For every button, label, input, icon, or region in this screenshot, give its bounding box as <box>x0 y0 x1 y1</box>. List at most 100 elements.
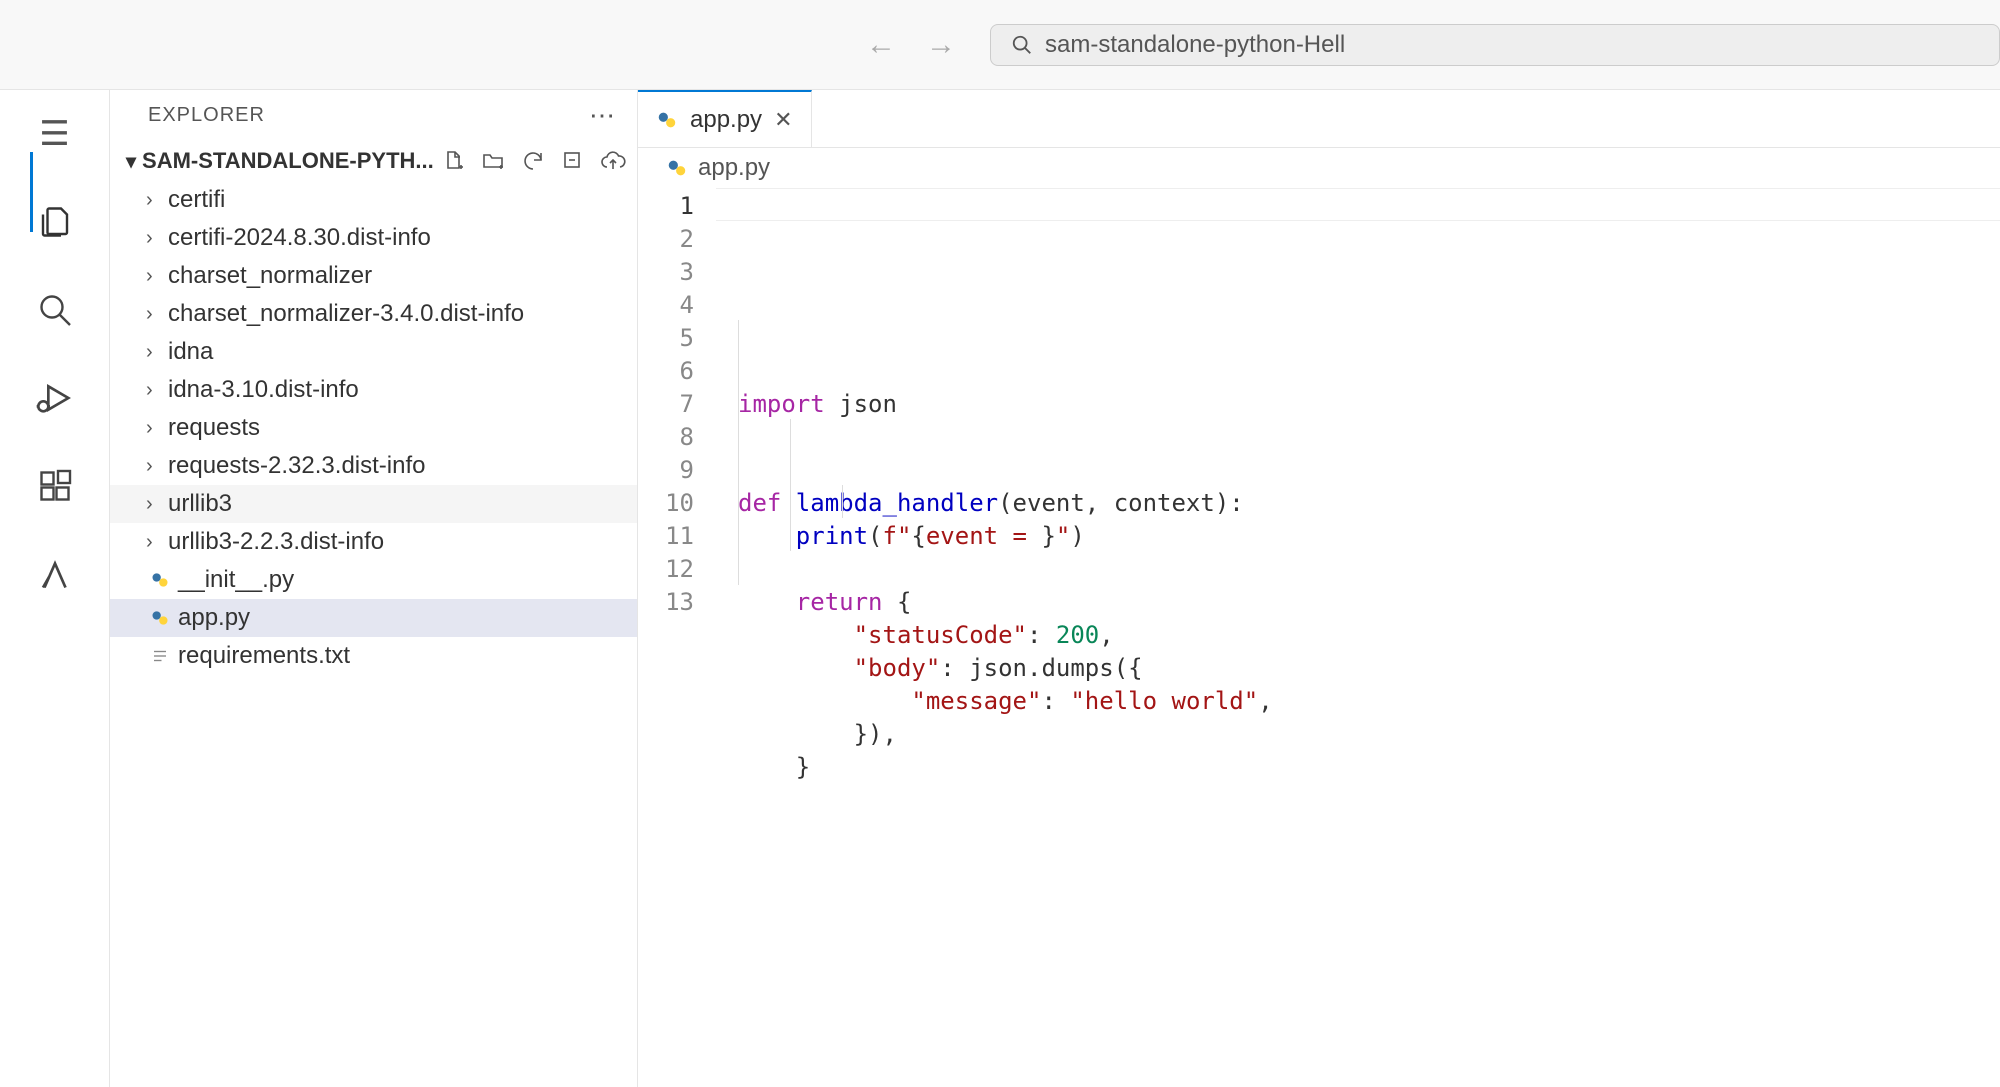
run-debug-view-button[interactable] <box>35 378 75 418</box>
tab-app-py[interactable]: app.py ✕ <box>638 90 812 147</box>
code-line[interactable]: "statusCode": 200, <box>738 619 2000 652</box>
new-folder-button[interactable] <box>479 147 507 175</box>
tree-item-requests[interactable]: ›requests <box>110 409 637 447</box>
line-number: 7 <box>646 388 694 421</box>
title-bar: ← → sam-standalone-python-Hell <box>0 0 2000 90</box>
tab-label: app.py <box>690 106 762 134</box>
chevron-right-icon: › <box>146 417 168 440</box>
explorer-more-actions-button[interactable]: ⋯ <box>589 100 617 131</box>
tree-item-label: certifi <box>168 186 225 214</box>
search-text: sam-standalone-python-Hell <box>1045 31 1345 59</box>
tree-item-certifi[interactable]: ›certifi <box>110 181 637 219</box>
menu-icon: ☰ <box>39 114 69 154</box>
code-line[interactable]: "body": json.dumps({ <box>738 652 2000 685</box>
tree-item-label: charset_normalizer-3.4.0.dist-info <box>168 300 524 328</box>
run-bug-icon <box>35 378 75 418</box>
tree-item-urllib3-2-2-3-dist-info[interactable]: ›urllib3-2.2.3.dist-info <box>110 523 637 561</box>
line-number: 10 <box>646 487 694 520</box>
code-line[interactable] <box>738 784 2000 817</box>
search-icon <box>1011 34 1033 56</box>
code-content[interactable]: import json def lambda_handler(event, co… <box>716 188 2000 1087</box>
line-number: 13 <box>646 586 694 619</box>
text-file-icon <box>146 647 174 665</box>
explorer-view-button[interactable] <box>35 202 75 242</box>
collapse-all-button[interactable] <box>559 147 587 175</box>
tree-item-label: __init__.py <box>178 566 294 594</box>
code-line[interactable]: }), <box>738 718 2000 751</box>
line-number: 6 <box>646 355 694 388</box>
tree-item-label: idna <box>168 338 213 366</box>
file-tree: ›certifi›certifi-2024.8.30.dist-info›cha… <box>110 181 637 1087</box>
code-line[interactable]: "message": "hello world", <box>738 685 2000 718</box>
search-view-button[interactable] <box>35 290 75 330</box>
tree-item-app-py[interactable]: app.py <box>110 599 637 637</box>
files-icon <box>37 204 73 240</box>
new-file-icon <box>441 149 465 173</box>
upload-button[interactable] <box>599 147 627 175</box>
python-file-icon <box>656 109 678 131</box>
code-line[interactable] <box>738 454 2000 487</box>
nav-back-button[interactable]: ← <box>860 26 902 64</box>
python-file-icon <box>666 157 688 179</box>
nav-forward-button[interactable]: → <box>920 26 962 64</box>
tree-item-requirements-txt[interactable]: requirements.txt <box>110 637 637 675</box>
tree-item-charset-normalizer-3-4-0-dist-info[interactable]: ›charset_normalizer-3.4.0.dist-info <box>110 295 637 333</box>
command-center-search[interactable]: sam-standalone-python-Hell <box>990 24 2000 66</box>
line-number: 9 <box>646 454 694 487</box>
chevron-right-icon: › <box>146 379 168 402</box>
breadcrumb-label: app.py <box>698 154 770 182</box>
line-number: 12 <box>646 553 694 586</box>
line-number: 1 <box>646 190 694 223</box>
code-editor[interactable]: 12345678910111213 import json def lambda… <box>638 188 2000 1087</box>
search-icon <box>37 292 73 328</box>
extensions-icon <box>37 468 73 504</box>
tree-item-label: urllib3 <box>168 490 232 518</box>
collapse-icon <box>561 149 585 173</box>
menu-button[interactable]: ☰ <box>35 114 75 154</box>
tree-item-urllib3[interactable]: ›urllib3 <box>110 485 637 523</box>
code-line[interactable] <box>738 421 2000 454</box>
aws-view-button[interactable] <box>35 554 75 594</box>
tree-item-label: requests-2.32.3.dist-info <box>168 452 425 480</box>
extensions-view-button[interactable] <box>35 466 75 506</box>
line-number: 11 <box>646 520 694 553</box>
tree-item-requests-2-32-3-dist-info[interactable]: ›requests-2.32.3.dist-info <box>110 447 637 485</box>
explorer-title: EXPLORER <box>148 104 589 127</box>
tree-item-label: app.py <box>178 604 250 632</box>
refresh-button[interactable] <box>519 147 547 175</box>
code-line[interactable]: def lambda_handler(event, context): <box>738 487 2000 520</box>
line-number: 5 <box>646 322 694 355</box>
code-line[interactable]: print(f"{event = }") <box>738 520 2000 553</box>
chevron-down-icon: ▾ <box>126 149 136 174</box>
breadcrumb[interactable]: app.py <box>638 148 2000 188</box>
line-number: 4 <box>646 289 694 322</box>
editor-area: app.py ✕ app.py 12345678910111213 import… <box>638 90 2000 1087</box>
python-file-icon <box>146 570 174 590</box>
line-number: 2 <box>646 223 694 256</box>
project-root-row[interactable]: ▾ SAM-STANDALONE-PYTH... <box>110 141 637 181</box>
tree-item-label: requirements.txt <box>178 642 350 670</box>
explorer-sidebar: EXPLORER ⋯ ▾ SAM-STANDALONE-PYTH... <box>110 90 638 1087</box>
indent-guide <box>738 320 739 585</box>
chevron-right-icon: › <box>146 303 168 326</box>
tree-item-label: requests <box>168 414 260 442</box>
cursor-line-highlight <box>716 188 2000 221</box>
tree-item-idna-3-10-dist-info[interactable]: ›idna-3.10.dist-info <box>110 371 637 409</box>
chevron-right-icon: › <box>146 493 168 516</box>
tree-item-label: urllib3-2.2.3.dist-info <box>168 528 384 556</box>
line-number-gutter: 12345678910111213 <box>638 188 716 1087</box>
tree-item-charset-normalizer[interactable]: ›charset_normalizer <box>110 257 637 295</box>
code-line[interactable]: import json <box>738 388 2000 421</box>
tree-item--init-py[interactable]: __init__.py <box>110 561 637 599</box>
new-file-button[interactable] <box>439 147 467 175</box>
chevron-right-icon: › <box>146 189 168 212</box>
tree-item-idna[interactable]: ›idna <box>110 333 637 371</box>
tree-item-certifi-2024-8-30-dist-info[interactable]: ›certifi-2024.8.30.dist-info <box>110 219 637 257</box>
code-line[interactable] <box>738 553 2000 586</box>
line-number: 3 <box>646 256 694 289</box>
tab-close-button[interactable]: ✕ <box>774 107 792 133</box>
code-line[interactable]: } <box>738 751 2000 784</box>
tree-item-label: idna-3.10.dist-info <box>168 376 359 404</box>
code-line[interactable]: return { <box>738 586 2000 619</box>
tree-item-label: certifi-2024.8.30.dist-info <box>168 224 431 252</box>
